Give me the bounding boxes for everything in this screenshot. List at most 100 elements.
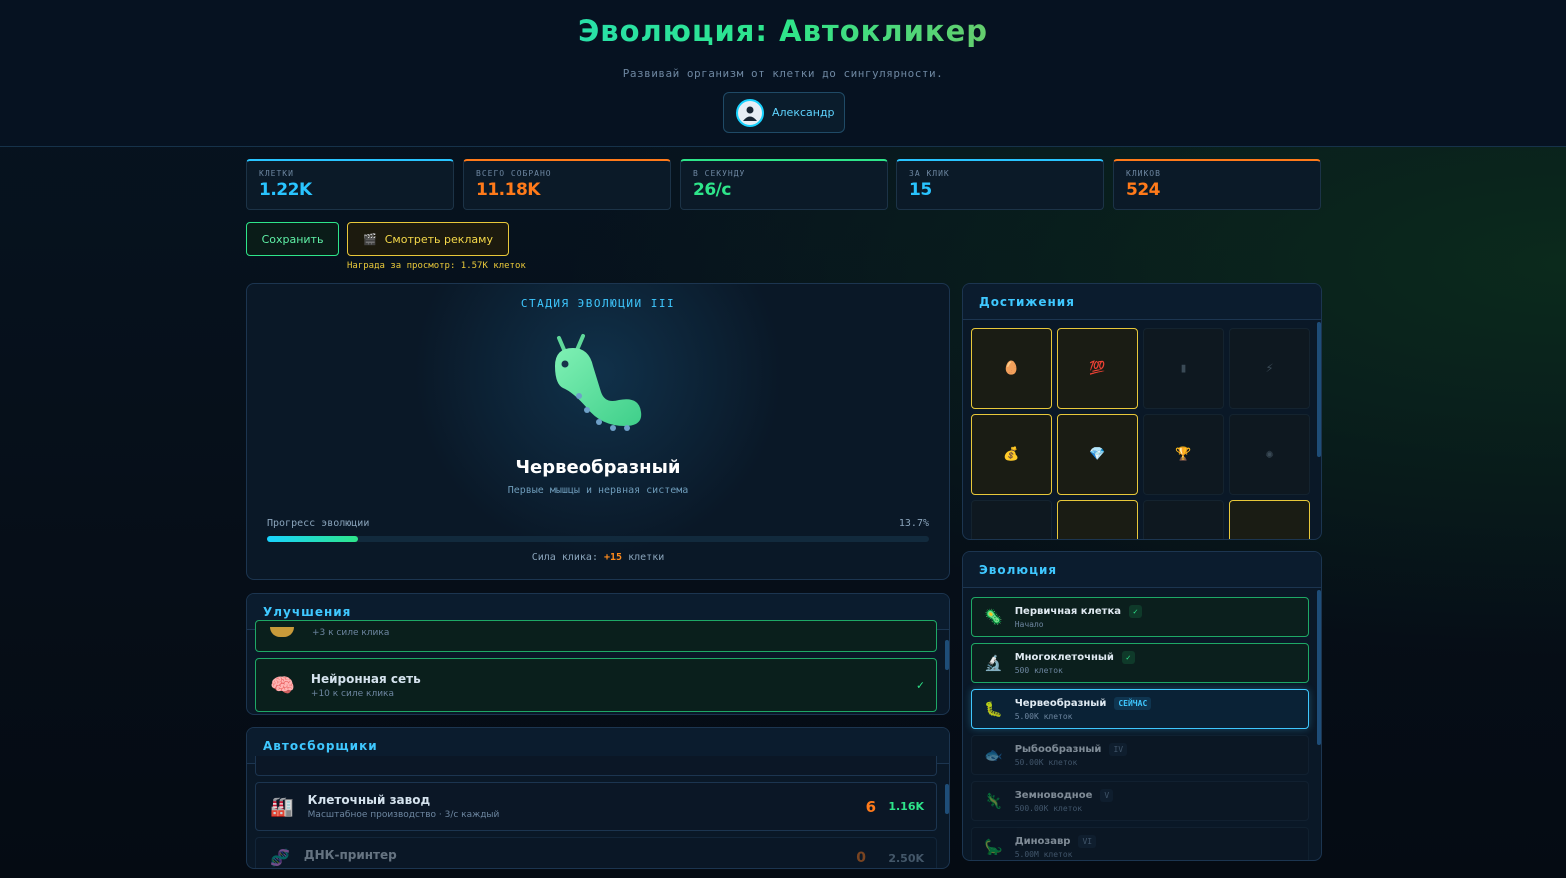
ad-reward-note: Награда за просмотр: 1.57K клеток [347,261,526,271]
evolution-stage-cost: 500 клеток [1014,666,1063,675]
achievement-tile[interactable] [971,500,1052,539]
evolution-stage-badge: ✓ [1121,651,1135,664]
user-icon [743,106,757,121]
evolution-panel: Эволюция 🦠 Первичная клетка ✓ Начало 🔬 Многок… [962,551,1322,861]
evolution-stage-badge: IV [1109,743,1128,756]
autocollector-item[interactable]: 🏭 Клеточный завод Масштабное производств… [255,782,937,831]
microscope-icon: 🔬 [984,654,1003,672]
autocollector-item[interactable] [255,756,937,776]
achievement-tile[interactable] [1057,500,1138,539]
progress-label: Прогресс эволюции [267,518,370,529]
stat-label: КЛЕТКИ [259,169,294,178]
factory-icon: 🏭 [270,796,294,818]
evolution-stage-badge: V [1100,789,1114,802]
autocollectors-panel: Автосборщики 🏭 Клеточный завод Масштабно… [246,727,950,869]
money-bag-icon[interactable]: 💰 [971,414,1052,495]
worm-icon: 🐛 [984,700,1003,718]
stat-value: 1.22K [259,180,312,200]
evolution-stage-name: Динозавр [1014,836,1071,847]
cookie-icon [270,627,294,637]
stat-label: КЛИКОВ [1126,169,1161,178]
evolution-stage-badge: СЕЙЧАС [1114,697,1152,710]
dinosaur-icon: 🦕 [984,838,1003,856]
achievements-title: Достижения [963,284,1321,320]
stat-value: 524 [1126,180,1161,200]
progress-percent: 13.7% [898,518,929,529]
evolution-stage-item[interactable]: 🐟 Рыбообразный IV 50.00K клеток [971,735,1309,775]
user-name: Александр [772,106,835,119]
stage-panel: СТАДИЯ ЭВОЛЮЦИИ III Червеобразный Первые… [246,283,950,580]
page-subtitle: Развивай организм от клетки до сингулярн… [622,67,944,80]
stat-value: 15 [909,180,932,200]
creature-click-target[interactable] [543,330,653,440]
stat-card: КЛЕТКИ 1.22K [246,159,454,210]
evolution-stage-cost: 500.00K клеток [1014,804,1083,813]
evolution-stage-name: Рыбообразный [1014,744,1102,755]
dna-icon: 🧬 [270,848,290,867]
autocollector-item[interactable]: 🧬 ДНК-принтер 0 2.50K [255,837,937,868]
achievement-tile[interactable] [1143,500,1224,539]
evolution-stage-name: Многоклеточный [1014,652,1114,663]
watch-ad-button[interactable]: 🎬 Смотреть рекламу [347,222,509,256]
trophy-icon[interactable]: 🏆 [1143,414,1224,495]
book-icon[interactable]: ▮ [1143,328,1224,409]
stage-label: СТАДИЯ ЭВОЛЮЦИИ III [520,297,676,310]
evolution-stage-cost: 50.00K клеток [1014,758,1078,767]
evolution-stage-item[interactable]: 🦎 Земноводное V 500.00K клеток [971,781,1309,821]
owned-count: 0 [856,850,866,866]
clapperboard-icon: 🎬 [363,232,377,246]
upgrades-panel: Улучшения +3 к силе клика 🧠 Нейронная се… [246,593,950,715]
upgrade-item[interactable]: 🧠 Нейронная сеть +10 к силе клика ✓ [255,658,937,712]
stat-value: 26/с [693,180,731,200]
stat-label: В СЕКУНДУ [693,169,746,178]
save-button[interactable]: Сохранить [246,222,339,256]
stat-value: 11.18K [476,180,540,200]
evolution-stage-name: Червеобразный [1014,698,1107,709]
click-power: Сила клика: +15 клетки [531,552,665,563]
evolution-stage-name: Земноводное [1014,790,1093,801]
evolution-stage-cost: Начало [1014,620,1044,629]
evolution-stage-cost: 5.00K клеток [1014,712,1073,721]
egg-icon[interactable]: 🥚 [971,328,1052,409]
evolution-stage-item[interactable]: 🦠 Первичная клетка ✓ Начало [971,597,1309,637]
creature-name: Червеобразный [515,457,681,478]
check-icon: ✓ [916,678,924,692]
achievement-tile[interactable] [1229,500,1310,539]
user-profile-button[interactable]: Александр [723,92,845,133]
achievements-panel: Достижения 🥚 💯 ▮ ⚡ 💰 💎 🏆 ✺ [962,283,1322,540]
item-cost: 1.16K [888,800,924,813]
stat-label: ЗА КЛИК [909,169,950,178]
hundred-icon[interactable]: 💯 [1057,328,1138,409]
upgrade-item[interactable]: +3 к силе клика [255,620,937,652]
item-cost: 2.50K [888,852,924,865]
worm-icon [555,334,642,431]
lizard-icon: 🦎 [984,792,1003,810]
stat-card: В СЕКУНДУ 26/с [680,159,888,210]
progress-bar [267,536,929,542]
evolution-stage-item[interactable]: 🔬 Многоклеточный ✓ 500 клеток [971,643,1309,683]
progress-fill [267,536,358,542]
scrollbar[interactable] [945,784,949,814]
scrollbar[interactable] [1317,590,1321,745]
stat-card: КЛИКОВ 524 [1113,159,1321,210]
page-title: Эволюция: Автокликер [0,14,1566,48]
scrollbar[interactable] [945,640,949,670]
brain-icon: 🧠 [270,673,295,697]
owned-count: 6 [865,797,876,816]
evolution-stage-item[interactable]: 🦕 Динозавр VI 5.00M клеток [971,827,1309,860]
creature-description: Первые мышцы и нервная система [507,485,689,496]
virus-icon[interactable]: ✺ [1229,414,1310,495]
fish-icon: 🐟 [984,746,1003,764]
evolution-stage-cost: 5.00M клеток [1014,850,1073,859]
gem-icon[interactable]: 💎 [1057,414,1138,495]
evolution-stage-badge: ✓ [1128,605,1142,618]
evolution-stage-badge: VI [1078,835,1097,848]
evolution-stage-item[interactable]: 🐛 Червеобразный СЕЙЧАС 5.00K клеток [971,689,1309,729]
avatar [736,98,764,127]
lightning-icon[interactable]: ⚡ [1229,328,1310,409]
stat-label: ВСЕГО СОБРАНО [476,169,552,178]
evolution-stage-name: Первичная клетка [1014,606,1121,617]
scrollbar[interactable] [1317,322,1321,457]
watch-ad-label: Смотреть рекламу [384,232,493,246]
evolution-title: Эволюция [963,552,1321,588]
